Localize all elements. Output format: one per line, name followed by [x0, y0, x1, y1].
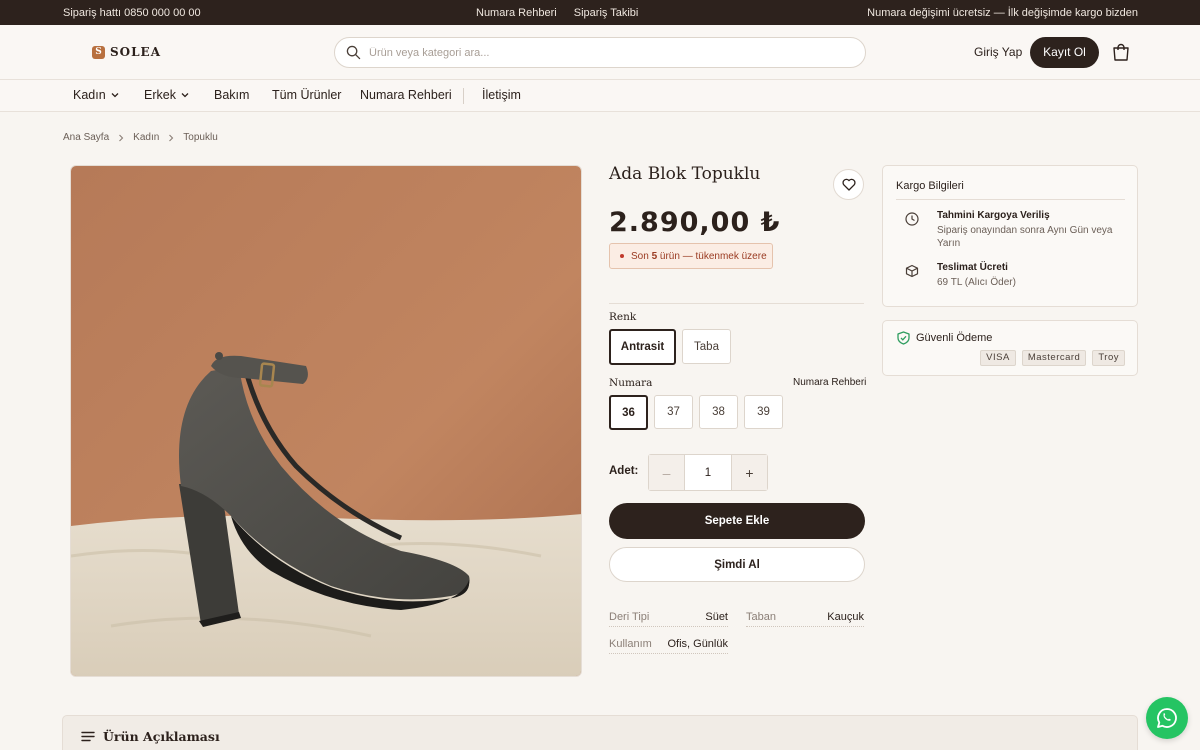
spec-row: Kullanım Ofis, Günlük — [609, 638, 728, 654]
size-guide-link[interactable]: Numara Rehberi — [793, 377, 866, 388]
shield-check-icon — [897, 331, 910, 345]
spec-key: Deri Tipi — [609, 611, 650, 623]
top-bar: Sipariş hattı 0850 000 00 00 Numara Rehb… — [0, 0, 1200, 25]
product-description-toggle[interactable]: Ürün Açıklaması — [62, 715, 1138, 750]
spec-row: Deri Tipi Süet — [609, 611, 728, 627]
nav-item-iletisim[interactable]: İletişim — [482, 88, 521, 102]
menu-lines-icon — [81, 731, 95, 742]
payment-badge-visa: VISA — [980, 350, 1016, 366]
color-option-taba[interactable]: Taba — [682, 329, 731, 364]
spec-value: Kauçuk — [827, 611, 864, 623]
product-price: 2.890,00 ₺ — [609, 207, 781, 238]
add-to-cart-button[interactable]: Sepete Ekle — [609, 503, 865, 539]
nav-item-label: İletişim — [482, 88, 521, 102]
nav-item-tum-urunler[interactable]: Tüm Ürünler — [272, 88, 341, 102]
stock-text: Son 5 ürün — tükenmek üzere — [631, 251, 767, 262]
size-option-37[interactable]: 37 — [654, 395, 693, 429]
favorite-button[interactable] — [833, 169, 864, 200]
shipping-row-heading: Tahmini Kargoya Veriliş — [937, 210, 1050, 221]
search-icon — [346, 45, 361, 60]
quantity-increase-button[interactable]: + — [732, 455, 767, 490]
stock-warning: Son 5 ürün — tükenmek üzere — [609, 243, 773, 269]
shoe-photo — [71, 166, 581, 676]
nav-divider — [463, 88, 464, 104]
logo[interactable]: S SOLEA — [92, 45, 161, 59]
breadcrumb: Ana Sayfa Kadın Topuklu — [63, 132, 218, 143]
quantity-value[interactable]: 1 — [684, 455, 732, 490]
color-option-antrasit[interactable]: Antrasit — [609, 329, 676, 365]
breadcrumb-kadin[interactable]: Kadın — [133, 132, 159, 143]
chevron-down-icon — [181, 93, 189, 98]
product-image[interactable] — [70, 165, 582, 677]
search-box — [334, 37, 866, 68]
chevron-down-icon — [111, 93, 119, 98]
divider — [896, 199, 1125, 200]
size-option-36[interactable]: 36 — [609, 395, 648, 430]
shipping-row-heading: Teslimat Ücreti — [937, 262, 1008, 273]
payment-badge-troy: Troy — [1092, 350, 1125, 366]
stock-suffix: ürün — tükenmek üzere — [657, 250, 767, 262]
size-option-39[interactable]: 39 — [744, 395, 783, 429]
nav-item-label: Tüm Ürünler — [272, 88, 342, 102]
spec-key: Kullanım — [609, 638, 652, 650]
heart-icon — [841, 178, 856, 191]
product-description-title: Ürün Açıklaması — [103, 729, 220, 744]
logo-text: SOLEA — [110, 45, 162, 59]
stock-dot — [620, 254, 624, 258]
secure-payment-card: Güvenli Ödeme VISA Mastercard Troy — [882, 320, 1138, 376]
whatsapp-icon — [1157, 708, 1177, 728]
section-divider — [609, 303, 864, 304]
top-link-order-tracking[interactable]: Sipariş Takibi — [574, 7, 639, 19]
stock-prefix: Son — [631, 250, 652, 262]
box-icon — [905, 264, 919, 278]
chevron-right-icon — [169, 134, 174, 141]
nav-item-kadin[interactable]: Kadın — [73, 88, 120, 102]
shipping-row-detail: 69 TL (Alıcı Öder) — [937, 277, 1016, 288]
shipping-row-detail: Sipariş onayından sonra Aynı Gün veya Ya… — [937, 225, 1113, 249]
chevron-right-icon — [119, 134, 124, 141]
order-phone: Sipariş hattı 0850 000 00 00 — [63, 7, 201, 19]
nav-item-label: Kadın — [73, 88, 106, 102]
promo-text: Numara değişimi ücretsiz — İlk değişimde… — [867, 7, 1138, 19]
nav-item-bakim[interactable]: Bakım — [214, 88, 249, 102]
quantity-label: Adet: — [609, 465, 639, 477]
nav-item-label: Bakım — [214, 88, 250, 102]
nav-item-label: Erkek — [144, 88, 176, 102]
nav-item-numara-rehberi[interactable]: Numara Rehberi — [360, 88, 452, 102]
cart-icon[interactable] — [1112, 43, 1130, 62]
clock-icon — [905, 212, 919, 226]
register-button[interactable]: Kayıt Ol — [1030, 37, 1099, 68]
main-nav: Kadın Erkek Bakım Tüm Ürünler Numara Reh… — [0, 80, 1200, 112]
spec-key: Taban — [746, 611, 776, 623]
quantity-stepper: – 1 + — [648, 454, 768, 491]
nav-item-erkek[interactable]: Erkek — [144, 88, 190, 102]
size-option-38[interactable]: 38 — [699, 395, 738, 429]
search-input[interactable] — [369, 44, 849, 62]
product-title: Ada Blok Topuklu — [609, 164, 761, 184]
payment-badges: VISA Mastercard Troy — [980, 350, 1125, 366]
spec-row: Taban Kauçuk — [746, 611, 864, 627]
buy-now-button[interactable]: Şimdi Al — [609, 547, 865, 582]
quantity-decrease-button[interactable]: – — [649, 455, 684, 490]
login-link[interactable]: Giriş Yap — [974, 45, 1022, 59]
breadcrumb-current: Topuklu — [183, 132, 218, 143]
logo-mark: S — [92, 45, 105, 59]
top-links: Numara Rehberi Sipariş Takibi — [476, 7, 638, 19]
spec-value: Süet — [705, 611, 728, 623]
shipping-title: Kargo Bilgileri — [896, 180, 964, 192]
breadcrumb-home[interactable]: Ana Sayfa — [63, 132, 109, 143]
secure-payment-title: Güvenli Ödeme — [897, 331, 992, 345]
size-label: Numara — [609, 377, 653, 389]
payment-badge-mastercard: Mastercard — [1021, 350, 1087, 366]
secure-payment-label: Güvenli Ödeme — [916, 332, 993, 344]
spec-value: Ofis, Günlük — [667, 638, 728, 650]
top-link-size-guide[interactable]: Numara Rehberi — [476, 7, 557, 19]
shipping-info-card: Kargo Bilgileri Tahmini Kargoya Veriliş … — [882, 165, 1138, 307]
header: S SOLEA Giriş Yap Kayıt Ol — [0, 25, 1200, 80]
nav-item-label: Numara Rehberi — [360, 88, 452, 102]
whatsapp-button[interactable] — [1146, 697, 1188, 739]
color-label: Renk — [609, 311, 637, 323]
